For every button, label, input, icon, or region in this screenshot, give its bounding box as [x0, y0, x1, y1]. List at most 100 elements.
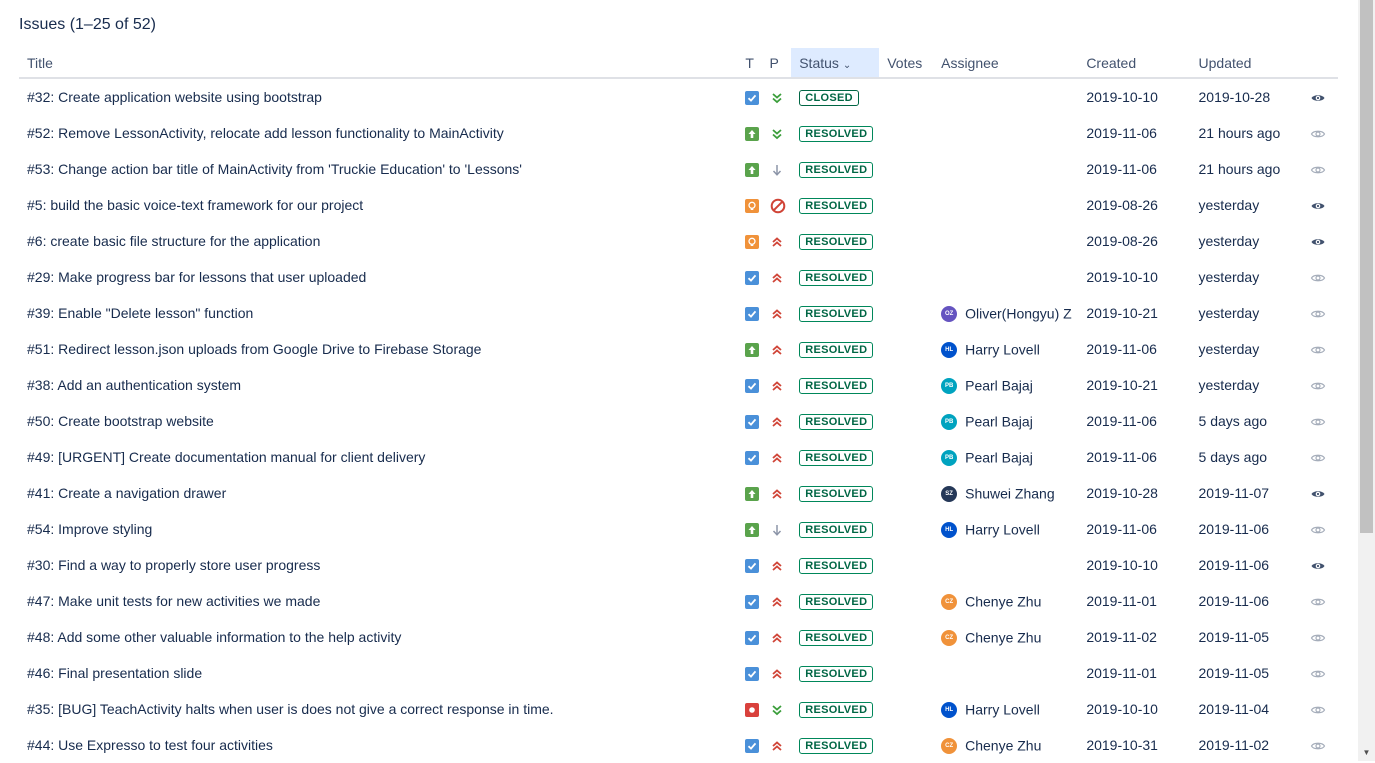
issue-link[interactable]: #47: Make unit tests for new activities … [27, 593, 320, 609]
table-row[interactable]: #46: Final presentation slide RESOLVED 201… [19, 655, 1338, 691]
scrollbar-thumb[interactable] [1360, 0, 1373, 533]
table-row[interactable]: #53: Change action bar title of MainActi… [19, 151, 1338, 187]
critical-priority-icon [770, 449, 784, 465]
column-header-assignee[interactable]: Assignee [933, 48, 1079, 79]
assignee-name[interactable]: Harry Lovell [965, 522, 1040, 538]
avatar: CZ [941, 593, 958, 610]
issue-link[interactable]: #5: build the basic voice-text framework… [27, 197, 363, 213]
issue-link[interactable]: #50: Create bootstrap website [27, 413, 214, 429]
table-row[interactable]: #50: Create bootstrap website RESOLVED PB P… [19, 403, 1338, 439]
table-row[interactable]: #47: Make unit tests for new activities … [19, 583, 1338, 619]
eye-icon[interactable] [1310, 484, 1326, 500]
issue-link[interactable]: #38: Add an authentication system [27, 377, 241, 393]
eye-icon[interactable] [1310, 736, 1326, 752]
eye-icon[interactable] [1310, 124, 1326, 140]
issue-status-cell: RESOLVED [791, 223, 879, 259]
table-row[interactable]: #29: Make progress bar for lessons that … [19, 259, 1338, 295]
table-row[interactable]: #54: Improve styling RESOLVED HL Harry Love… [19, 511, 1338, 547]
vertical-scrollbar[interactable]: ▼ [1358, 0, 1375, 761]
eye-icon[interactable] [1310, 88, 1326, 104]
issue-updated-cell: 21 hours ago [1198, 161, 1281, 177]
scroll-down-arrow-icon[interactable]: ▼ [1358, 747, 1375, 759]
table-row[interactable]: #44: Use Expresso to test four activitie… [19, 727, 1338, 763]
eye-icon[interactable] [1310, 628, 1326, 644]
issue-link[interactable]: #35: [BUG] TeachActivity halts when user… [27, 701, 554, 717]
assignee-name[interactable]: Pearl Bajaj [965, 450, 1033, 466]
issue-link[interactable]: #6: create basic file structure for the … [27, 233, 320, 249]
eye-icon[interactable] [1310, 196, 1326, 212]
table-row[interactable]: #32: Create application website using bo… [19, 78, 1338, 115]
eye-icon[interactable] [1310, 700, 1326, 716]
issue-assignee-cell [933, 78, 1078, 115]
avatar: CZ [941, 737, 958, 754]
eye-icon[interactable] [1310, 664, 1326, 680]
column-header-priority[interactable]: P [761, 48, 792, 79]
column-header-updated[interactable]: Updated [1190, 48, 1302, 79]
issue-link[interactable]: #48: Add some other valuable information… [27, 629, 401, 645]
eye-icon[interactable] [1310, 232, 1326, 248]
issue-priority-cell [762, 78, 792, 115]
table-row[interactable]: #5: build the basic voice-text framework… [19, 187, 1338, 223]
issue-watch-cell [1302, 259, 1338, 295]
eye-icon[interactable] [1310, 520, 1326, 536]
issue-link[interactable]: #53: Change action bar title of MainActi… [27, 161, 522, 177]
column-header-type[interactable]: T [737, 48, 762, 79]
eye-icon[interactable] [1310, 412, 1326, 428]
issue-link[interactable]: #30: Find a way to properly store user p… [27, 557, 320, 573]
assignee-name[interactable]: Shuwei Zhang [965, 486, 1055, 502]
eye-icon[interactable] [1310, 160, 1326, 176]
status-badge: RESOLVED [799, 522, 874, 538]
issue-type-cell [737, 223, 761, 259]
issue-link[interactable]: #32: Create application website using bo… [27, 89, 322, 105]
eye-icon[interactable] [1310, 268, 1326, 284]
table-row[interactable]: #48: Add some other valuable information… [19, 619, 1338, 655]
eye-icon[interactable] [1310, 376, 1326, 392]
column-header-created[interactable]: Created [1078, 48, 1191, 79]
eye-icon[interactable] [1310, 448, 1326, 464]
eye-icon[interactable] [1310, 556, 1326, 572]
table-row[interactable]: #35: [BUG] TeachActivity halts when user… [19, 691, 1338, 727]
issue-title-cell: #44: Use Expresso to test four activitie… [19, 727, 737, 763]
issue-votes-cell [879, 115, 933, 151]
issue-watch-cell [1302, 367, 1338, 403]
assignee-name[interactable]: Oliver(Hongyu) Z [965, 306, 1072, 322]
table-row[interactable]: #39: Enable "Delete lesson" function RESO… [19, 295, 1338, 331]
eye-icon[interactable] [1310, 340, 1326, 356]
blocker-priority-icon [770, 196, 786, 213]
new-feature-type-icon [745, 235, 760, 250]
issue-priority-cell [762, 187, 792, 223]
assignee-name[interactable]: Chenye Zhu [965, 630, 1041, 646]
assignee-name[interactable]: Harry Lovell [965, 702, 1040, 718]
table-row[interactable]: #41: Create a navigation drawer RESOLVED S… [19, 475, 1338, 511]
issue-link[interactable]: #29: Make progress bar for lessons that … [27, 269, 366, 285]
issue-link[interactable]: #41: Create a navigation drawer [27, 485, 226, 501]
avatar: OZ [941, 305, 958, 322]
table-row[interactable]: #6: create basic file structure for the … [19, 223, 1338, 259]
table-row[interactable]: #52: Remove LessonActivity, relocate add… [19, 115, 1338, 151]
assignee-name[interactable]: Chenye Zhu [965, 738, 1041, 754]
avatar: CZ [941, 629, 958, 646]
issue-link[interactable]: #49: [URGENT] Create documentation manua… [27, 449, 425, 465]
issue-watch-cell [1302, 583, 1338, 619]
column-header-status[interactable]: Status ⌄ [791, 48, 880, 79]
eye-icon[interactable] [1310, 592, 1326, 608]
table-row[interactable]: #38: Add an authentication system RESOLVE… [19, 367, 1338, 403]
issue-link[interactable]: #44: Use Expresso to test four activitie… [27, 737, 273, 753]
column-header-votes[interactable]: Votes [879, 48, 934, 79]
issue-link[interactable]: #46: Final presentation slide [27, 665, 202, 681]
table-row[interactable]: #51: Redirect lesson.json uploads from G… [19, 331, 1338, 367]
assignee-name[interactable]: Pearl Bajaj [965, 414, 1033, 430]
eye-icon[interactable] [1310, 304, 1326, 320]
table-row[interactable]: #30: Find a way to properly store user p… [19, 547, 1338, 583]
assignee-name[interactable]: Harry Lovell [965, 342, 1040, 358]
issue-link[interactable]: #51: Redirect lesson.json uploads from G… [27, 341, 481, 357]
table-row[interactable]: #49: [URGENT] Create documentation manua… [19, 439, 1338, 475]
column-header-title[interactable]: Title [19, 48, 738, 79]
issue-link[interactable]: #52: Remove LessonActivity, relocate add… [27, 125, 504, 141]
issue-votes-cell [879, 439, 933, 475]
assignee-name[interactable]: Chenye Zhu [965, 594, 1041, 610]
issue-link[interactable]: #54: Improve styling [27, 521, 152, 537]
assignee-name[interactable]: Pearl Bajaj [965, 378, 1033, 394]
issue-link[interactable]: #39: Enable "Delete lesson" function [27, 305, 253, 321]
issue-watch-cell [1302, 727, 1338, 763]
